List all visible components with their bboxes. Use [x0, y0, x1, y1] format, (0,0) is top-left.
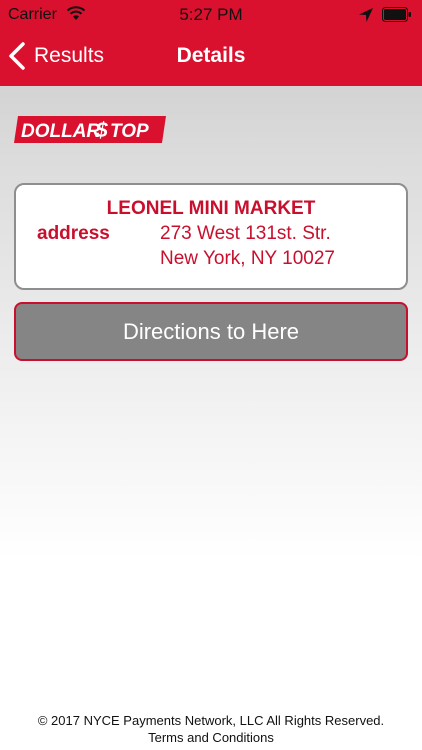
location-card: LEONEL MINI MARKET address 273 West 131s…: [14, 183, 408, 290]
address-label: address: [37, 223, 110, 244]
location-arrow-icon: [359, 8, 373, 22]
dollarstop-logo: DOLLAR $ TOP: [14, 116, 166, 143]
logo-text-s: $: [95, 119, 108, 142]
battery-icon: [382, 7, 411, 22]
terms-link[interactable]: Terms and Conditions: [0, 729, 422, 746]
status-bar: Carrier 5:27 PM: [0, 0, 422, 30]
location-name: LEONEL MINI MARKET: [106, 198, 316, 219]
nav-bar: Results Details: [0, 30, 422, 86]
directions-button[interactable]: Directions to Here: [14, 302, 408, 361]
logo-text-top: TOP: [110, 121, 149, 142]
address-line-1: 273 West 131st. Str.: [160, 223, 331, 244]
page-title: Details: [176, 44, 246, 67]
address-line-2: New York, NY 10027: [160, 248, 335, 269]
footer: © 2017 NYCE Payments Network, LLC All Ri…: [0, 712, 422, 746]
logo-text-dollar: DOLLAR: [21, 121, 100, 142]
copyright-text: © 2017 NYCE Payments Network, LLC All Ri…: [37, 713, 385, 728]
